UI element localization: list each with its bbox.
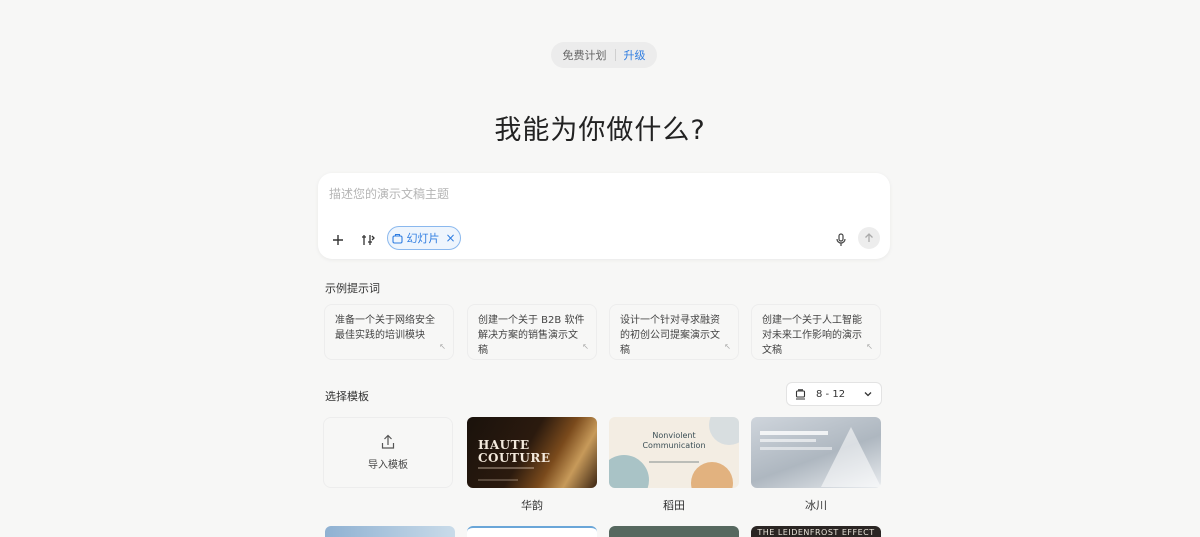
sliders-icon bbox=[362, 235, 375, 245]
microphone-icon bbox=[836, 233, 846, 246]
thumb-line bbox=[649, 461, 699, 463]
arrow-corner-icon: ↖ bbox=[582, 342, 589, 351]
example-text: 创建一个关于 B2B 软件解决方案的销售演示文稿 bbox=[478, 315, 585, 356]
slides-chip[interactable]: 幻灯片 × bbox=[387, 226, 461, 250]
import-template-label: 导入模板 bbox=[368, 460, 408, 471]
send-button[interactable] bbox=[858, 227, 880, 249]
slides-icon bbox=[392, 233, 404, 244]
thumb-line bbox=[478, 479, 518, 481]
templates-title: 选择模板 bbox=[325, 390, 369, 403]
example-card-1[interactable]: 准备一个关于网络安全最佳实践的培训模块 ↖ bbox=[324, 304, 454, 360]
free-plan-label: 免费计划 bbox=[562, 49, 607, 62]
thumb-title: Nonviolent Communication bbox=[642, 431, 706, 450]
template-thumb-bingchuan[interactable] bbox=[751, 417, 881, 488]
slide-count-select[interactable]: 8 - 12 bbox=[786, 382, 882, 406]
divider bbox=[614, 49, 616, 61]
thumb-line bbox=[478, 467, 534, 469]
arrow-up-icon bbox=[865, 233, 873, 242]
page-title: 我能为你做什么? bbox=[494, 115, 706, 146]
upload-icon bbox=[381, 434, 395, 449]
template-thumb-row2-2[interactable] bbox=[467, 526, 597, 537]
example-card-2[interactable]: 创建一个关于 B2B 软件解决方案的销售演示文稿 ↖ bbox=[467, 304, 597, 360]
thumb-title: HAUTE COUTURE bbox=[478, 438, 551, 465]
import-template-button[interactable]: 导入模板 bbox=[323, 417, 453, 488]
arrow-corner-icon: ↖ bbox=[866, 342, 873, 351]
chip-close-icon[interactable]: × bbox=[445, 231, 455, 245]
template-thumb-row2-1[interactable] bbox=[325, 526, 455, 537]
examples-title: 示例提示词 bbox=[325, 282, 380, 295]
example-text: 设计一个针对寻求融资的初创公司提案演示文稿 bbox=[620, 315, 720, 356]
thumb-line bbox=[760, 431, 828, 435]
example-card-3[interactable]: 设计一个针对寻求融资的初创公司提案演示文稿 ↖ bbox=[609, 304, 739, 360]
prompt-input[interactable]: 描述您的演示文稿主题 bbox=[329, 185, 449, 202]
thumb-line bbox=[760, 439, 816, 442]
upgrade-link[interactable]: 升级 bbox=[624, 47, 646, 63]
chevron-down-icon bbox=[864, 392, 872, 397]
plus-icon bbox=[333, 235, 343, 245]
settings-button[interactable] bbox=[357, 229, 379, 251]
example-text: 准备一个关于网络安全最佳实践的培训模块 bbox=[335, 315, 435, 341]
plan-pill: 免费计划 升级 bbox=[551, 42, 657, 68]
template-name: 稻田 bbox=[663, 499, 685, 512]
thumb-shape bbox=[821, 427, 881, 487]
template-thumb-daotian[interactable]: Nonviolent Communication bbox=[609, 417, 739, 488]
thumb-line bbox=[760, 447, 832, 450]
example-card-4[interactable]: 创建一个关于人工智能对未来工作影响的演示文稿 ↖ bbox=[751, 304, 881, 360]
chip-label: 幻灯片 bbox=[406, 232, 440, 245]
template-thumb-huayun[interactable]: HAUTE COUTURE bbox=[467, 417, 597, 488]
slides-count-icon bbox=[795, 388, 806, 400]
add-button[interactable] bbox=[327, 229, 349, 251]
arrow-corner-icon: ↖ bbox=[439, 342, 446, 351]
microphone-button[interactable] bbox=[830, 229, 852, 251]
thumb-shape bbox=[609, 455, 649, 488]
template-name: 冰川 bbox=[805, 499, 827, 512]
template-name: 华韵 bbox=[521, 499, 543, 512]
template-thumb-row2-4[interactable]: THE LEIDENFROST EFFECT bbox=[751, 526, 881, 537]
slide-count-value: 8 - 12 bbox=[816, 388, 846, 400]
example-text: 创建一个关于人工智能对未来工作影响的演示文稿 bbox=[762, 315, 862, 356]
thumb-shape bbox=[691, 462, 733, 488]
arrow-corner-icon: ↖ bbox=[724, 342, 731, 351]
template-thumb-row2-3[interactable] bbox=[609, 526, 739, 537]
